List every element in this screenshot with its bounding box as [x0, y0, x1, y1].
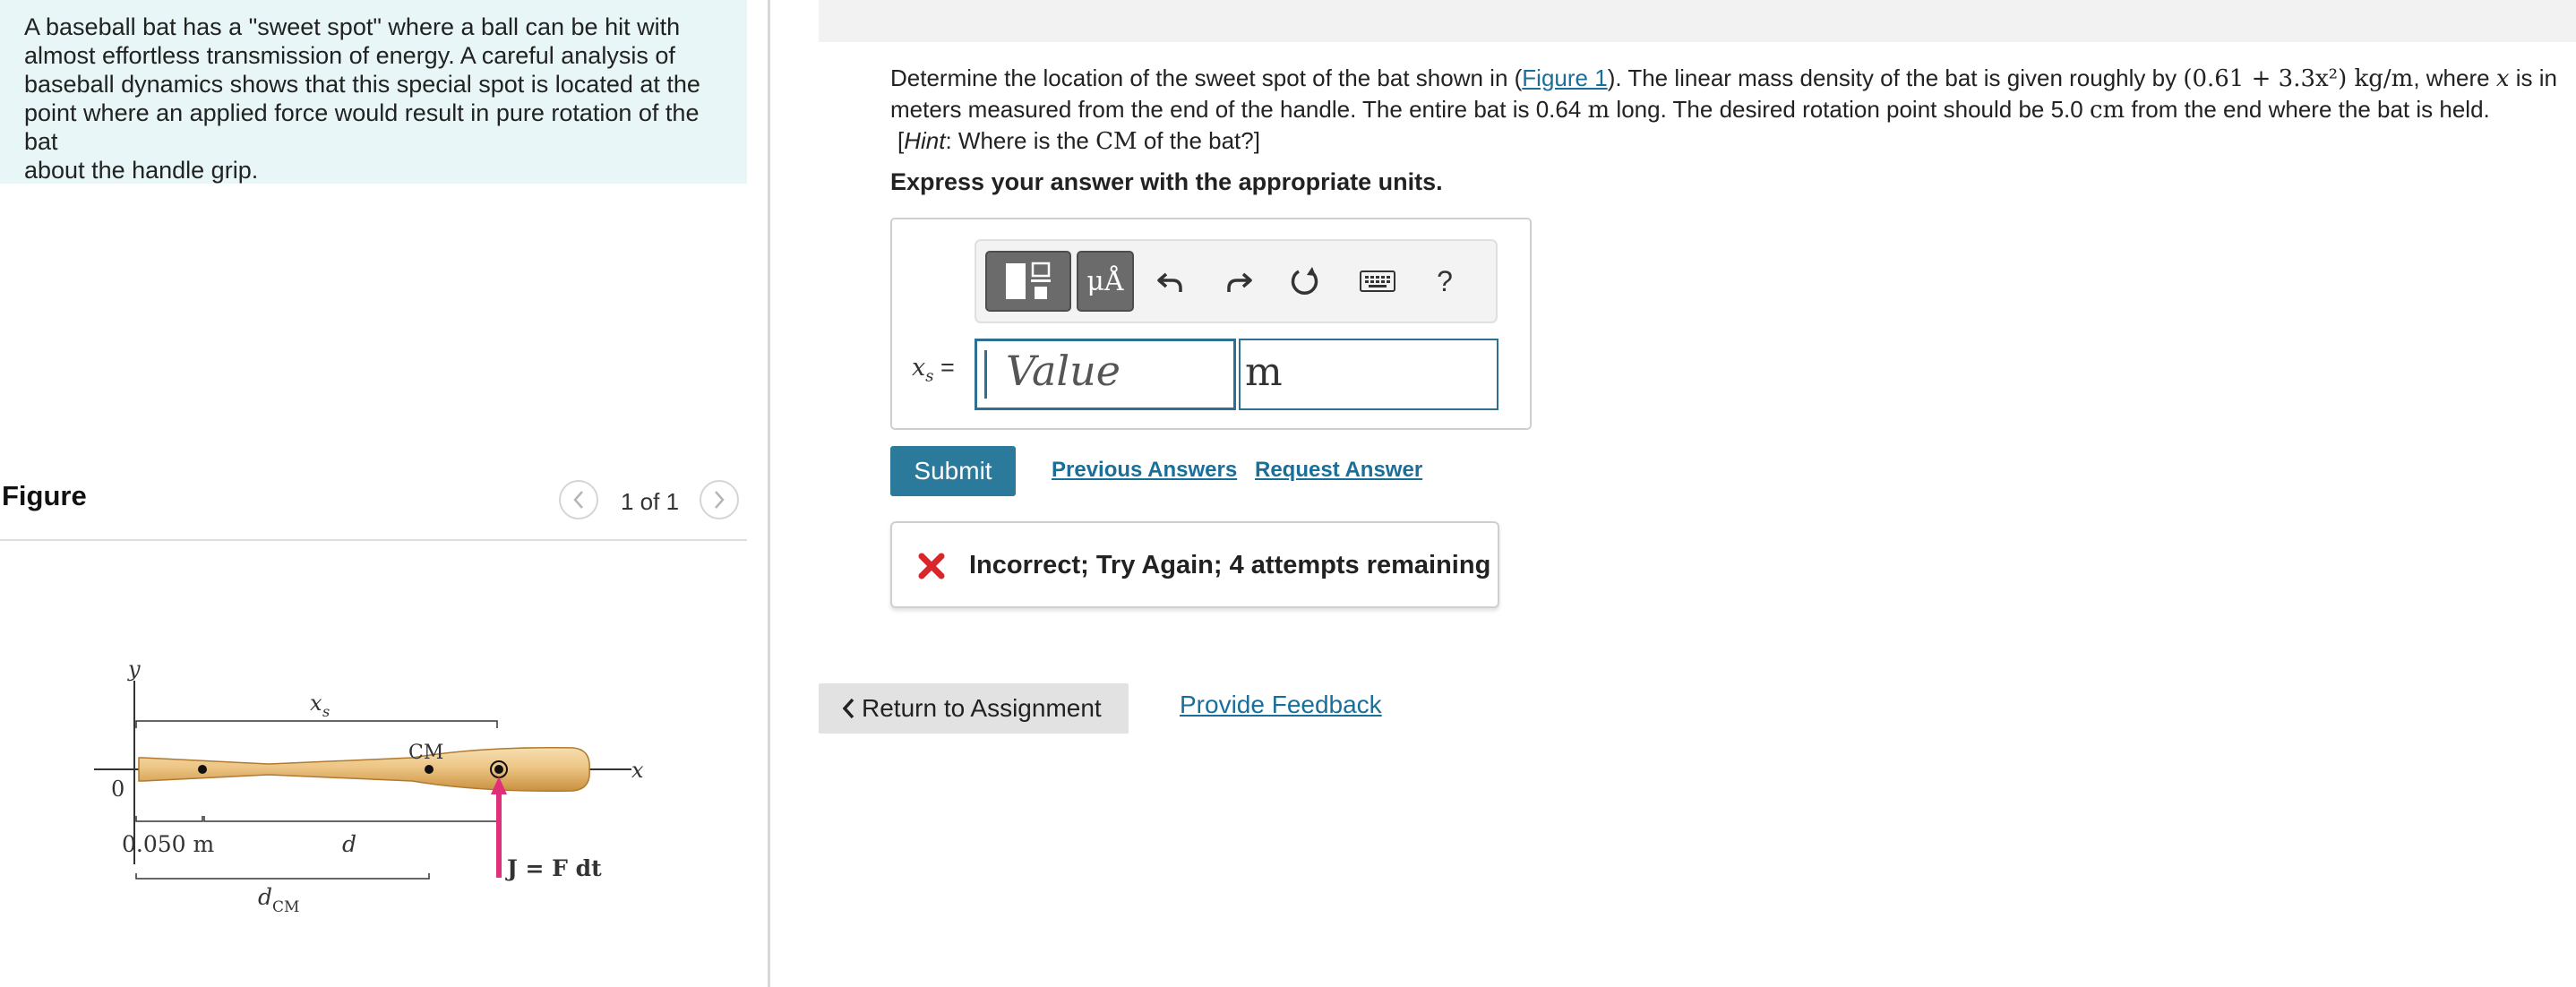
- figure-title: Figure: [2, 480, 87, 511]
- express-instruction: Express your answer with the appropriate…: [890, 168, 1443, 195]
- panel-divider: [768, 0, 770, 987]
- answer-label-var: x: [912, 354, 926, 382]
- unit-value: m: [1245, 349, 1283, 395]
- cm-label: CM: [408, 742, 443, 764]
- grip-point: [198, 765, 207, 774]
- next-figure-button[interactable]: [700, 480, 739, 519]
- help-button[interactable]: ?: [1424, 261, 1465, 302]
- dcm-label: d: [258, 884, 272, 910]
- previous-figure-button[interactable]: [559, 480, 598, 519]
- question-part: Determine the location of the sweet spot…: [890, 64, 1523, 91]
- reset-icon: [1291, 267, 1318, 295]
- request-answer-link[interactable]: Request Answer: [1255, 458, 1422, 483]
- intro-line: almost effortless transmission of energy…: [24, 42, 675, 69]
- units-button[interactable]: μÅ: [1077, 251, 1134, 312]
- intro-line: about the handle grip.: [24, 157, 259, 184]
- y-axis-label: y: [127, 657, 141, 682]
- reset-button[interactable]: [1284, 261, 1326, 302]
- answer-label: xs =: [912, 354, 955, 385]
- sweet-spot-point: [494, 765, 503, 774]
- xs-label: x: [310, 691, 322, 716]
- left-panel: A baseball bat has a "sweet spot" where …: [0, 0, 766, 987]
- question-part: long. The desired rotation point should …: [1610, 96, 2090, 123]
- incorrect-x-icon: [918, 553, 945, 579]
- templates-icon: [1006, 262, 1051, 299]
- figure-pager: 1 of 1: [621, 488, 680, 515]
- templates-button[interactable]: [985, 251, 1071, 312]
- intro-line: A baseball bat has a "sweet spot" where …: [24, 13, 681, 40]
- hint-open: [: [897, 127, 905, 154]
- text-caret: [984, 350, 987, 399]
- return-label: Return to Assignment: [862, 694, 1102, 722]
- feedback-message-box: Incorrect; Try Again; 4 attempts remaini…: [890, 521, 1499, 608]
- undo-button[interactable]: [1150, 261, 1191, 302]
- value-input[interactable]: Value: [975, 339, 1236, 410]
- top-bar: [819, 0, 2576, 42]
- figure-diagram: y x 0 x s CM 0.050 m d d CM J = F dt: [0, 649, 747, 936]
- d-label: d: [342, 831, 356, 857]
- redo-button[interactable]: [1218, 261, 1259, 302]
- provide-feedback-link[interactable]: Provide Feedback: [1180, 691, 1382, 719]
- hint-close: of the bat?]: [1137, 127, 1260, 154]
- problem-intro: A baseball bat has a "sweet spot" where …: [0, 0, 747, 184]
- x-variable: x: [2495, 65, 2510, 92]
- question-text: Determine the location of the sweet spot…: [890, 63, 2565, 157]
- unit-input[interactable]: m: [1239, 339, 1498, 410]
- grip-bracket: [135, 816, 203, 822]
- submit-button[interactable]: Submit: [890, 446, 1016, 496]
- d-bracket: [203, 816, 498, 822]
- question-part: ). The linear mass density of the bat is…: [1607, 64, 2184, 91]
- answer-label-eq: =: [933, 354, 955, 381]
- meter-unit: m: [1587, 97, 1610, 124]
- impulse-label: J = F dt: [505, 855, 602, 881]
- chevron-left-icon: [842, 698, 854, 719]
- hint-label: Hint: [904, 127, 946, 154]
- cm-point: [425, 765, 434, 774]
- bat-diagram: y x 0 x s CM 0.050 m d d CM J = F dt: [94, 657, 644, 916]
- value-placeholder: Value: [1006, 347, 1121, 395]
- chevron-right-icon: [715, 491, 725, 509]
- feedback-text: Incorrect; Try Again; 4 attempts remaini…: [969, 551, 1491, 579]
- figure-1-link[interactable]: Figure 1: [1522, 64, 1607, 91]
- question-part: , where: [2413, 64, 2496, 91]
- xs-subscript: s: [322, 703, 330, 720]
- intro-line: point where an applied force would resul…: [24, 99, 700, 155]
- x-axis-label: x: [631, 758, 644, 783]
- dcm-bracket: [135, 873, 430, 880]
- origin-label: 0: [111, 777, 125, 802]
- keyboard-icon: [1360, 270, 1395, 292]
- xs-bracket: [135, 720, 498, 728]
- cm-unit: cm: [2089, 97, 2125, 124]
- hint-text: : Where is the: [945, 127, 1096, 154]
- redo-icon: [1227, 272, 1252, 292]
- return-to-assignment-button[interactable]: Return to Assignment: [819, 683, 1129, 734]
- intro-line: baseball dynamics shows that this specia…: [24, 71, 700, 98]
- hint-cm: CM: [1095, 128, 1138, 155]
- figure-header: Figure 1 of 1: [0, 475, 747, 541]
- grip-distance-label: 0.050 m: [122, 831, 215, 857]
- question-part: from the end where the bat is held.: [2125, 96, 2490, 123]
- undo-icon: [1157, 272, 1182, 292]
- chevron-left-icon: [573, 491, 583, 509]
- previous-answers-link[interactable]: Previous Answers: [1052, 458, 1237, 483]
- dcm-subscript: CM: [272, 898, 299, 916]
- keyboard-button[interactable]: [1352, 261, 1403, 302]
- math-toolbar: μÅ ?: [975, 239, 1498, 323]
- answer-box: μÅ ? xs = Value m: [890, 218, 1532, 430]
- density-expression: (0.61 + 3.3x²) kg/m: [2183, 65, 2414, 92]
